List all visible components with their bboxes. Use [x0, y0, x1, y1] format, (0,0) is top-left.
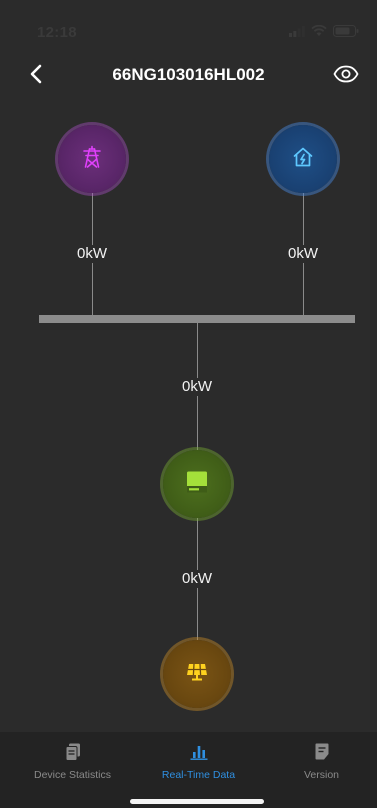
header: 66NG103016HL002 — [0, 56, 377, 96]
tab-version[interactable]: Version — [259, 743, 377, 781]
home-bolt-icon — [292, 146, 314, 173]
home-node[interactable] — [269, 125, 337, 193]
inverter-icon — [185, 470, 209, 499]
battery-icon — [333, 24, 359, 42]
status-icons — [289, 24, 359, 42]
home-power-label: 0kW — [273, 245, 333, 263]
bus-bar — [39, 315, 355, 323]
solar-power-label: 0kW — [167, 570, 227, 588]
tab-label-real-time-data: Real-Time Data — [161, 769, 236, 781]
document-icon — [65, 743, 81, 766]
tab-label-version: Version — [303, 769, 340, 781]
grid-power-label: 0kW — [62, 245, 122, 263]
status-time: 12:18 — [37, 24, 77, 41]
solar-node[interactable] — [163, 640, 231, 708]
visibility-toggle-button[interactable] — [331, 61, 361, 91]
inverter-node[interactable] — [163, 450, 231, 518]
bottom-tab-bar: Device Statistics Real-Time Data Version — [0, 732, 377, 808]
wifi-icon — [311, 24, 327, 42]
page-title: 66NG103016HL002 — [112, 65, 265, 84]
note-icon — [315, 743, 329, 765]
power-tower-icon — [81, 145, 103, 174]
app-screen: 12:18 66NG103016HL002 0kW 0kW 0kW 0kW De… — [0, 0, 377, 808]
bar-chart-icon — [190, 744, 208, 765]
tab-label-device-statistics: Device Statistics — [33, 769, 112, 781]
tab-device-statistics[interactable]: Device Statistics — [10, 743, 135, 781]
grid-node[interactable] — [58, 125, 126, 193]
status-bar: 12:18 — [0, 0, 377, 52]
tab-real-time-data[interactable]: Real-Time Data — [136, 744, 261, 781]
eye-icon — [333, 65, 359, 88]
solar-panel-icon — [186, 662, 208, 687]
signal-icon — [289, 24, 305, 42]
inverter-power-label: 0kW — [167, 378, 227, 396]
home-indicator[interactable] — [130, 799, 264, 804]
